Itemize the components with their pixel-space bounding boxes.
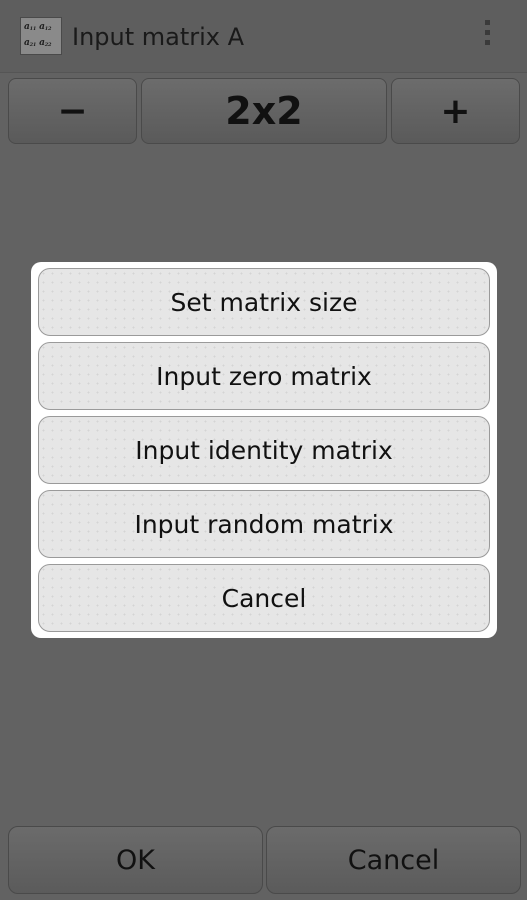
dialog-cancel-button[interactable]: Cancel (38, 564, 490, 632)
increment-size-button[interactable]: + (391, 78, 520, 144)
matrix-icon: a11 a12 a21 a22 (20, 17, 62, 55)
overflow-menu-icon[interactable] (480, 18, 494, 54)
options-dialog: Set matrix size Input zero matrix Input … (31, 262, 497, 638)
cancel-button[interactable]: Cancel (266, 826, 521, 894)
ok-button[interactable]: OK (8, 826, 263, 894)
input-identity-matrix-button[interactable]: Input identity matrix (38, 416, 490, 484)
decrement-size-button[interactable]: − (8, 78, 137, 144)
set-matrix-size-button[interactable]: Set matrix size (38, 268, 490, 336)
action-bar: a11 a12 a21 a22 Input matrix A (0, 0, 527, 73)
matrix-size-button[interactable]: 2x2 (141, 78, 387, 144)
page-title: Input matrix A (72, 23, 245, 51)
input-random-matrix-button[interactable]: Input random matrix (38, 490, 490, 558)
input-zero-matrix-button[interactable]: Input zero matrix (38, 342, 490, 410)
